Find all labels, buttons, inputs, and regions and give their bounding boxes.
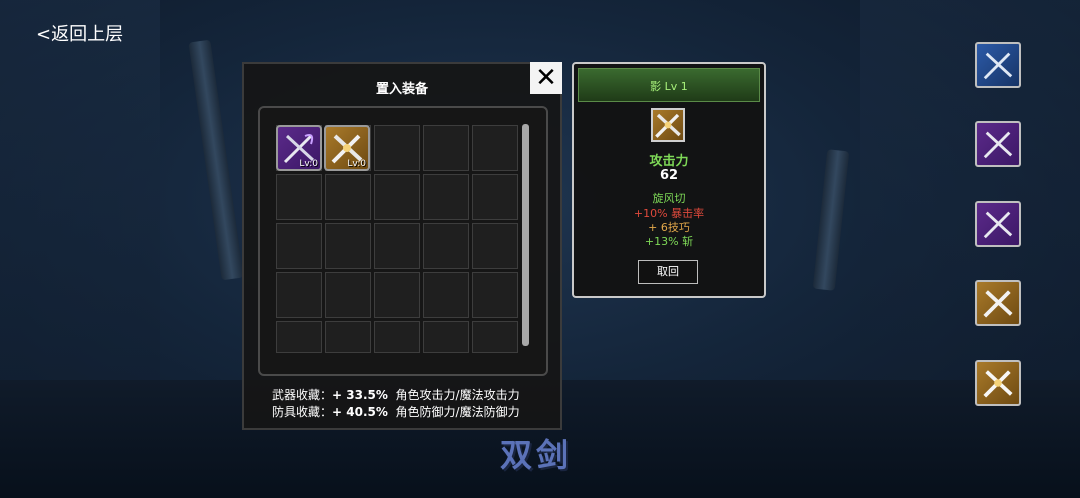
inventory-slot[interactable] — [423, 174, 469, 220]
inventory-slot[interactable] — [472, 223, 518, 269]
retrieve-button[interactable]: 取回 — [638, 260, 698, 284]
side-weapon-button-4[interactable] — [975, 280, 1021, 326]
item-name-header: 影 Lv 1 — [578, 68, 760, 102]
bonus-label: 武器收藏： — [272, 388, 333, 402]
side-weapon-button-5[interactable] — [975, 360, 1021, 406]
inventory-slot[interactable] — [276, 174, 322, 220]
panel-title: 置入装备 — [375, 82, 428, 97]
inventory-slot[interactable] — [276, 272, 322, 318]
detail-item-icon — [651, 108, 685, 142]
inventory-slot[interactable] — [374, 125, 420, 171]
inventory-slot[interactable] — [423, 272, 469, 318]
inventory-scrollbar[interactable] — [522, 124, 529, 346]
inventory-item-1[interactable]: Lv:0 — [276, 125, 322, 171]
inventory-slot[interactable] — [472, 272, 518, 318]
purple-dual-swords-icon — [983, 131, 1013, 159]
side-weapon-button-1[interactable] — [975, 42, 1021, 88]
item-name: 影 Lv 1 — [650, 80, 688, 93]
bonus-value: + 40.5% — [332, 405, 388, 419]
inventory-slot[interactable] — [325, 321, 371, 353]
bonus-desc: 角色攻击力/魔法攻击力 — [395, 388, 520, 402]
bonus-desc: 角色防御力/魔法防御力 — [395, 405, 520, 419]
inventory-slot[interactable] — [374, 223, 420, 269]
inventory-slot[interactable] — [423, 125, 469, 171]
bonus-value: + 33.5% — [332, 388, 388, 402]
weapon-collection-bonus: 武器收藏：+ 33.5% 角色攻击力/魔法攻击力 — [272, 386, 520, 403]
item-level: Lv:0 — [347, 159, 366, 169]
inventory-item-2[interactable]: Lv:0 — [324, 125, 370, 171]
gold-dual-swords-icon — [983, 290, 1013, 318]
category-title: 双剑 — [500, 436, 573, 474]
background-sword — [812, 149, 850, 291]
back-button[interactable]: <返回上层 — [36, 20, 123, 46]
armor-collection-bonus: 防具收藏：+ 40.5% 角色防御力/魔法防御力 — [272, 403, 520, 420]
inventory-slot[interactable] — [374, 321, 420, 353]
inventory-slot[interactable] — [423, 223, 469, 269]
inventory-slot[interactable] — [276, 223, 322, 269]
inventory-slot[interactable] — [374, 272, 420, 318]
blue-dual-swords-icon — [983, 52, 1013, 80]
gold-dual-swords-icon — [655, 113, 681, 138]
bonus-slash: +13% 斩 — [644, 235, 694, 248]
inventory-slot[interactable] — [472, 125, 518, 171]
inventory-slot[interactable] — [472, 321, 518, 353]
side-weapon-button-2[interactable] — [975, 121, 1021, 167]
bonus-label: 防具收藏： — [272, 405, 333, 419]
inventory-slot[interactable] — [325, 272, 371, 318]
stat-label: 攻击力 — [649, 154, 689, 169]
inventory-slot[interactable] — [325, 174, 371, 220]
close-button[interactable]: ✕ — [530, 62, 562, 94]
purple-dual-swords-icon — [983, 211, 1013, 239]
inventory-slot[interactable] — [374, 174, 420, 220]
background-sword — [188, 39, 244, 281]
skill-name: 旋风切 — [652, 192, 686, 205]
side-weapon-button-3[interactable] — [975, 201, 1021, 247]
inventory-slot[interactable] — [276, 321, 322, 353]
item-level: Lv:0 — [299, 159, 318, 169]
inventory-slot[interactable] — [325, 223, 371, 269]
inventory-slot[interactable] — [472, 174, 518, 220]
inventory-slot[interactable] — [423, 321, 469, 353]
silver-gold-dual-swords-icon — [983, 370, 1013, 398]
stat-value: 62 — [659, 168, 679, 183]
